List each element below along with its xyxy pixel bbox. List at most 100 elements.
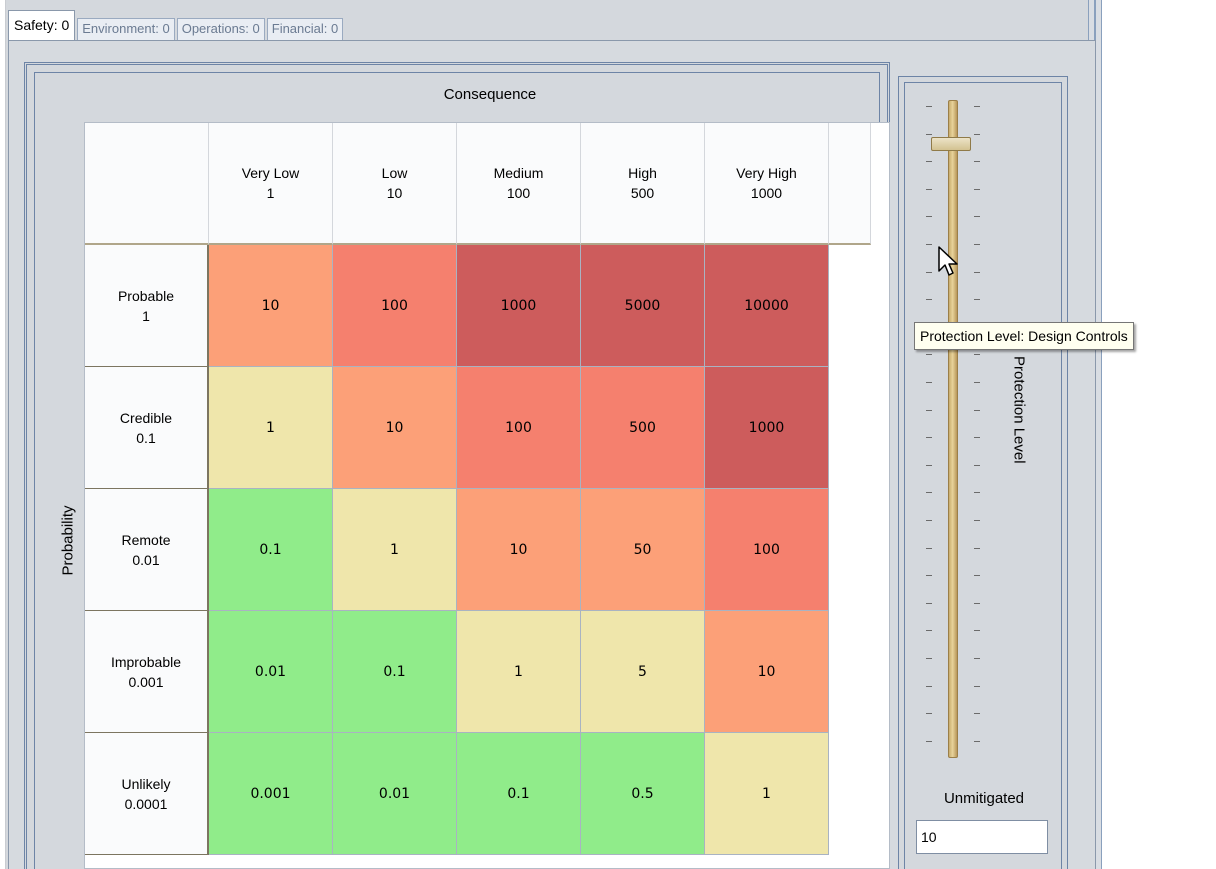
- consequence-name: Low: [381, 165, 408, 181]
- tick-mark-left: [926, 658, 932, 659]
- tick-mark-right: [974, 602, 980, 604]
- risk-cell[interactable]: 10: [457, 489, 581, 611]
- tick-mark-right: [974, 437, 980, 439]
- header-filler-cell: [829, 123, 871, 245]
- probability-value: 0.001: [128, 673, 164, 690]
- consequence-value: 1: [266, 185, 275, 201]
- tick-mark-left: [926, 740, 932, 742]
- probability-name: Unlikely: [121, 775, 171, 792]
- risk-cell[interactable]: 1: [457, 611, 581, 733]
- risk-cell[interactable]: 1: [209, 367, 333, 489]
- protection-level-slider-thumb[interactable]: [931, 137, 971, 151]
- tick-mark-left: [926, 188, 932, 190]
- risk-cell[interactable]: 10: [209, 245, 333, 367]
- left-border: [0, 0, 6, 869]
- tick-mark-left: [926, 161, 932, 163]
- mouse-cursor-icon: [938, 246, 958, 276]
- tick-mark-right: [974, 133, 980, 135]
- risk-cell[interactable]: 10000: [705, 245, 829, 367]
- risk-cell[interactable]: 0.1: [209, 489, 333, 611]
- tick-mark-right: [974, 271, 980, 273]
- probability-value: 0.01: [132, 551, 160, 568]
- consequence-header: Low 10: [333, 123, 457, 245]
- probability-value: 1: [142, 307, 150, 324]
- tick-mark-right: [974, 161, 980, 163]
- tick-mark-right: [974, 575, 980, 577]
- risk-cell[interactable]: 1: [705, 733, 829, 855]
- tick-mark-right: [974, 713, 980, 715]
- probability-name: Remote: [121, 531, 171, 548]
- tab-operations[interactable]: Operations: 0: [176, 18, 265, 40]
- empty-cell: [829, 367, 871, 489]
- consequence-header: High 500: [581, 123, 705, 245]
- risk-cell[interactable]: 0.1: [457, 733, 581, 855]
- tick-mark-left: [926, 602, 932, 604]
- consequence-header: Very Low 1: [209, 123, 333, 245]
- risk-cell[interactable]: 0.5: [581, 733, 705, 855]
- risk-cell[interactable]: 100: [457, 367, 581, 489]
- tick-mark-right: [974, 216, 980, 218]
- consequence-value: 10: [386, 185, 403, 201]
- tab-safety[interactable]: Safety: 0: [8, 10, 76, 40]
- empty-cell: [829, 733, 871, 855]
- risk-cell[interactable]: 100: [333, 245, 457, 367]
- risk-cell[interactable]: 0.001: [209, 733, 333, 855]
- risk-cell[interactable]: 50: [581, 489, 705, 611]
- tab-strip: Safety: 0 Environment: 0 Operations: 0 F…: [8, 10, 345, 40]
- consequence-value: 100: [506, 185, 531, 201]
- tick-mark-left: [926, 299, 932, 301]
- probability-header: Credible 0.1: [85, 367, 209, 489]
- tick-mark-right: [974, 685, 980, 687]
- risk-cell[interactable]: 5: [581, 611, 705, 733]
- tick-mark-right: [974, 299, 980, 301]
- protection-level-slider-track[interactable]: [948, 100, 958, 758]
- tick-mark-right: [974, 409, 980, 411]
- risk-cell[interactable]: 1: [333, 489, 457, 611]
- probability-value: 0.1: [136, 429, 156, 446]
- tick-mark-left: [926, 244, 932, 245]
- tick-mark-right: [974, 520, 980, 521]
- tick-mark-left: [926, 630, 932, 632]
- tick-mark-left: [926, 547, 932, 549]
- consequence-header: Very High 1000: [705, 123, 829, 245]
- probability-header: Probable 1: [85, 245, 209, 367]
- tab-financial[interactable]: Financial: 0: [266, 18, 344, 40]
- tick-mark-left: [926, 492, 932, 494]
- protection-level-inner-frame: [904, 82, 1062, 869]
- consequence-axis-label: Consequence: [443, 86, 537, 103]
- tab-environment[interactable]: Environment: 0: [77, 18, 175, 40]
- risk-cell[interactable]: 500: [581, 367, 705, 489]
- risk-matrix-grid: Very Low 1 Low 10 Medium 100 High 500 Very High 1…: [85, 123, 871, 855]
- unmitigated-label: Unmitigated: [943, 790, 1025, 807]
- risk-cell[interactable]: 100: [705, 489, 829, 611]
- tick-mark-right: [974, 492, 980, 494]
- tick-mark-right: [974, 658, 980, 659]
- risk-cell[interactable]: 0.1: [333, 611, 457, 733]
- protection-level-tooltip: Protection Level: Design Controls: [914, 322, 1134, 350]
- tick-mark-left: [926, 409, 932, 411]
- tick-mark-right: [974, 244, 980, 245]
- protection-level-label: Protection Level: [1004, 356, 1034, 496]
- probability-header: Unlikely 0.0001: [85, 733, 209, 855]
- risk-cell[interactable]: 5000: [581, 245, 705, 367]
- tick-mark-left: [926, 464, 932, 466]
- risk-matrix: Very Low 1 Low 10 Medium 100 High 500 Very High 1…: [84, 122, 890, 869]
- risk-cell[interactable]: 10: [333, 367, 457, 489]
- tick-mark-left: [926, 133, 932, 135]
- consequence-name: High: [628, 165, 657, 181]
- tick-mark-left: [926, 354, 932, 356]
- risk-cell[interactable]: 10: [705, 611, 829, 733]
- risk-cell[interactable]: 0.01: [209, 611, 333, 733]
- tick-mark-left: [926, 575, 932, 577]
- risk-cell[interactable]: 0.01: [333, 733, 457, 855]
- tick-mark-right: [974, 382, 980, 383]
- risk-cell[interactable]: 1000: [457, 245, 581, 367]
- empty-cell: [829, 489, 871, 611]
- tick-mark-right: [974, 106, 980, 107]
- protection-value-field[interactable]: 10: [916, 820, 1048, 854]
- consequence-header: Medium 100: [457, 123, 581, 245]
- tick-mark-left: [926, 437, 932, 439]
- tick-mark-right: [974, 354, 980, 356]
- probability-header: Improbable 0.001: [85, 611, 209, 733]
- risk-cell[interactable]: 1000: [705, 367, 829, 489]
